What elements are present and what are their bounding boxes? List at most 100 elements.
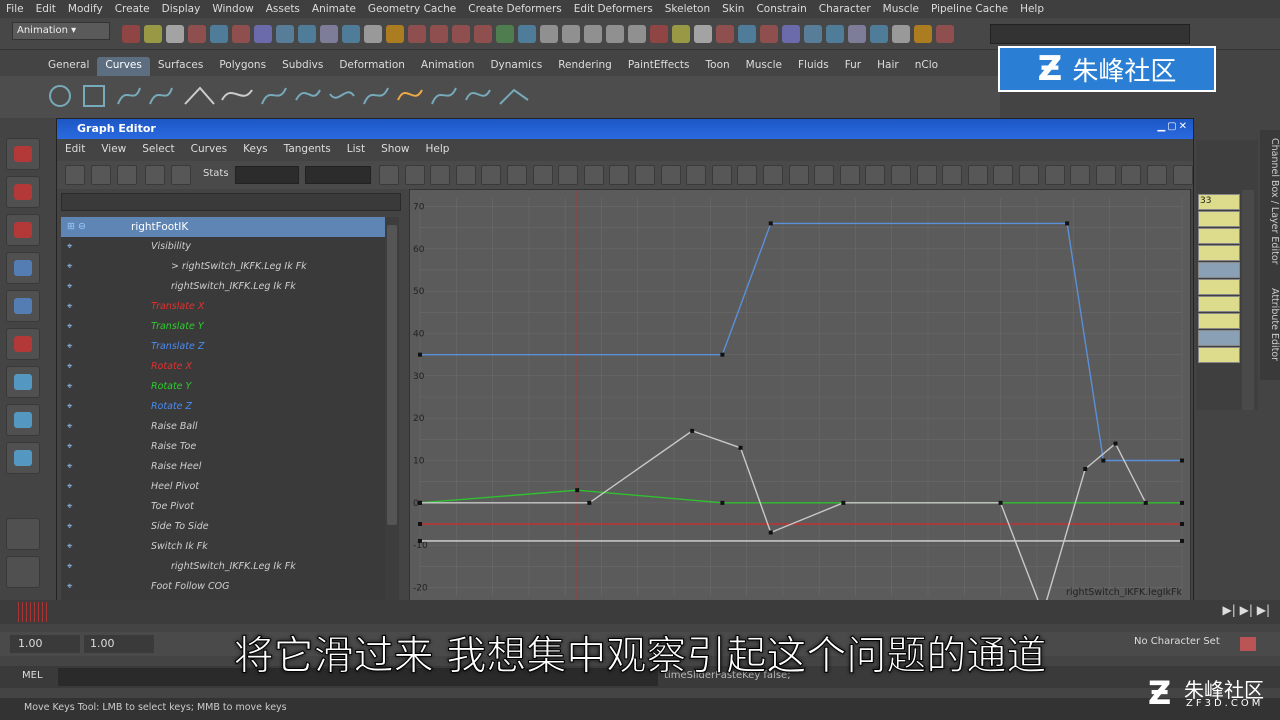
status-line-icon[interactable] [122, 25, 140, 43]
toolbox-tool[interactable] [6, 252, 40, 284]
ge-tool-button[interactable] [839, 165, 860, 185]
menu-geometry-cache[interactable]: Geometry Cache [362, 3, 462, 15]
channel-cell[interactable] [1198, 279, 1240, 295]
toolbox-tool[interactable] [6, 404, 40, 436]
outliner-attribute[interactable]: ⌖ Visibility [61, 237, 385, 257]
pin-icon[interactable]: ⌖ [67, 497, 72, 517]
outliner-node-rightfootik[interactable]: ⊞ ⊖ rightFootIK [61, 217, 385, 237]
keyframe[interactable] [768, 530, 773, 535]
stats-field-2[interactable] [305, 166, 371, 184]
menu-animate[interactable]: Animate [306, 3, 362, 15]
pin-icon[interactable]: ⌖ [67, 317, 72, 337]
status-line-icon[interactable] [342, 25, 360, 43]
time-slider[interactable]: ▶| ▶| ▶| [0, 600, 1280, 624]
status-line-icon[interactable] [188, 25, 206, 43]
pin-icon[interactable]: ⌖ [67, 457, 72, 477]
channel-cell[interactable] [1198, 262, 1240, 278]
window-controls-icon[interactable]: ▁▢✕ [1157, 121, 1189, 132]
keyframe[interactable] [1180, 538, 1184, 543]
pin-icon[interactable]: ⌖ [67, 417, 72, 437]
pin-icon[interactable]: ⌖ [67, 397, 72, 417]
toolbox-tool[interactable] [6, 366, 40, 398]
ge-tool-button[interactable] [1147, 165, 1167, 185]
ge-tool-button[interactable] [404, 165, 425, 185]
outliner-attribute[interactable]: ⌖ > rightSwitch_IKFK.Leg Ik Fk [61, 257, 385, 277]
toolbox-tool[interactable] [6, 138, 40, 170]
keyframe[interactable] [720, 352, 725, 357]
ge-tool-button[interactable] [788, 165, 809, 185]
status-line-icon[interactable] [210, 25, 228, 43]
ge-tool-button[interactable] [609, 165, 630, 185]
ge-tool-button[interactable] [686, 165, 707, 185]
menu-file[interactable]: File [0, 3, 30, 15]
ge-tool-button[interactable] [1121, 165, 1142, 185]
ge-tool-button[interactable] [455, 165, 476, 185]
outliner-attribute[interactable]: ⌖ Raise Ball [61, 417, 385, 437]
outliner-attribute[interactable]: ⌖ rightSwitch_IKFK.Leg Ik Fk [61, 277, 385, 297]
status-line-icon[interactable] [320, 25, 338, 43]
channel-scrollbar[interactable] [1242, 190, 1254, 410]
ge-tool-button[interactable] [481, 165, 502, 185]
toolbox-tool[interactable] [6, 214, 40, 246]
pin-icon[interactable]: ⌖ [67, 437, 72, 457]
ge-tool-button[interactable] [1044, 165, 1065, 185]
outliner-filter-field[interactable] [61, 193, 401, 211]
status-line-icon[interactable] [870, 25, 888, 43]
shelf-tab-polygons[interactable]: Polygons [211, 57, 274, 76]
ge-tool-button[interactable] [65, 165, 85, 185]
outliner-attribute[interactable]: ⌖ Foot Follow COG [61, 577, 385, 597]
status-line-icon[interactable] [364, 25, 382, 43]
shelf-tab-nclo[interactable]: nClo [907, 57, 946, 76]
keyframe[interactable] [418, 522, 422, 527]
menu-constrain[interactable]: Constrain [750, 3, 812, 15]
ge-tool-button[interactable] [814, 165, 835, 185]
status-line-icon[interactable] [914, 25, 932, 43]
pin-icon[interactable]: ⊞ ⊖ [67, 217, 86, 237]
ge-menu-edit[interactable]: Edit [57, 143, 93, 159]
ge-tool-button[interactable] [763, 165, 783, 185]
status-line-icon[interactable] [540, 25, 558, 43]
ge-tool-button[interactable] [1095, 165, 1116, 185]
menu-character[interactable]: Character [813, 3, 877, 15]
status-line-icon[interactable] [628, 25, 646, 43]
toolbox-tool[interactable] [6, 328, 40, 360]
ge-menu-select[interactable]: Select [134, 143, 182, 159]
outliner-attribute[interactable]: ⌖ Translate Z [61, 337, 385, 357]
keyframe[interactable] [1143, 500, 1148, 505]
status-line-field[interactable] [990, 24, 1190, 44]
ge-tool-button[interactable] [171, 165, 191, 185]
pin-icon[interactable]: ⌖ [67, 557, 72, 577]
ge-tool-button[interactable] [1019, 165, 1039, 185]
ge-menu-tangents[interactable]: Tangents [276, 143, 339, 159]
shelf-tab-surfaces[interactable]: Surfaces [150, 57, 211, 76]
keyframe[interactable] [720, 500, 725, 505]
shelf-tab-muscle[interactable]: Muscle [738, 57, 790, 76]
status-line-icon[interactable] [804, 25, 822, 43]
menu-display[interactable]: Display [156, 3, 207, 15]
channel-cell[interactable] [1198, 313, 1240, 329]
outliner-attribute[interactable]: ⌖ Translate X [61, 297, 385, 317]
shelf-tab-animation[interactable]: Animation [413, 57, 483, 76]
ge-tool-button[interactable] [91, 165, 111, 185]
menu-edit-deformers[interactable]: Edit Deformers [568, 3, 659, 15]
menu-skin[interactable]: Skin [716, 3, 750, 15]
status-line-icon[interactable] [276, 25, 294, 43]
status-line-icon[interactable] [606, 25, 624, 43]
layout-tool[interactable] [6, 556, 40, 588]
status-line-icon[interactable] [496, 25, 514, 43]
status-line-icon[interactable] [430, 25, 448, 43]
status-line-icon[interactable] [474, 25, 492, 43]
shelf-tab-curves[interactable]: Curves [97, 57, 150, 76]
outliner-attribute[interactable]: ⌖ Switch Ik Fk [61, 537, 385, 557]
menu-pipeline-cache[interactable]: Pipeline Cache [925, 3, 1014, 15]
ge-tool-button[interactable] [145, 165, 165, 185]
shelf-tab-fur[interactable]: Fur [837, 57, 869, 76]
playback-controls-icon[interactable]: ▶| ▶| ▶| [1223, 603, 1270, 617]
menu-help[interactable]: Help [1014, 3, 1050, 15]
anim-curve[interactable] [420, 222, 1182, 462]
outliner-attribute[interactable]: ⌖ Side To Side [61, 517, 385, 537]
outliner-attribute[interactable]: ⌖ Toe Pivot [61, 497, 385, 517]
menu-modify[interactable]: Modify [62, 3, 109, 15]
pin-icon[interactable]: ⌖ [67, 477, 72, 497]
pin-icon[interactable]: ⌖ [67, 577, 72, 597]
